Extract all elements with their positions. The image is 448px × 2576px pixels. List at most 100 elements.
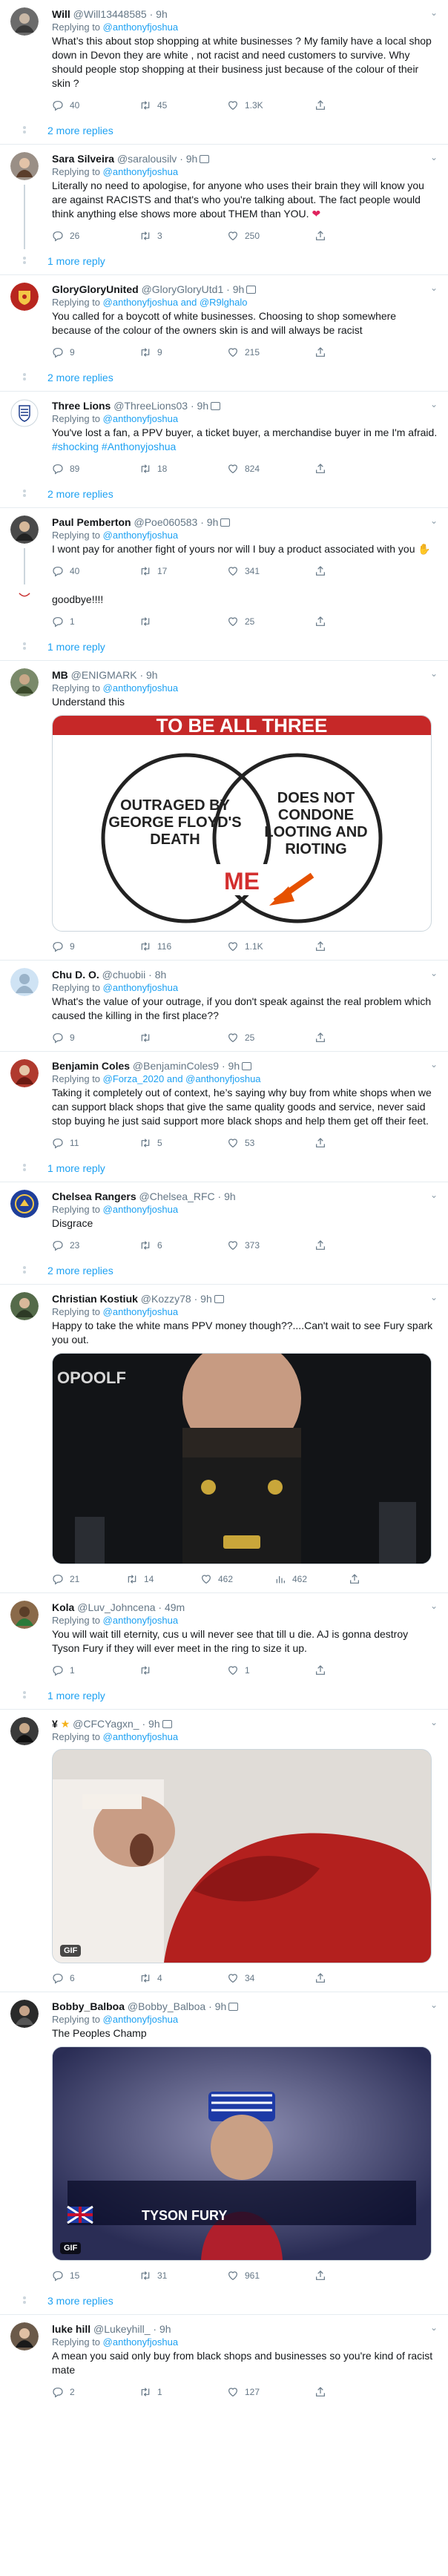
chevron-down-icon[interactable]: ⌄ [430, 1601, 438, 1611]
display-name[interactable]: Three Lions [52, 400, 111, 412]
retweet-button[interactable]: 31 [139, 2270, 227, 2282]
share-button[interactable] [314, 346, 402, 358]
reply-to-link[interactable]: @anthonyfjoshua [103, 22, 178, 33]
share-button[interactable] [314, 2386, 402, 2398]
avatar[interactable] [10, 152, 47, 180]
share-button[interactable] [314, 1239, 402, 1251]
timestamp[interactable]: 9h [156, 8, 168, 20]
retweet-button[interactable]: 4 [139, 1972, 227, 1984]
display-name[interactable]: Kola [52, 1601, 74, 1613]
chevron-down-icon[interactable]: ⌄ [430, 1717, 438, 1727]
like-button[interactable]: 34 [227, 1972, 314, 1984]
reply-to-link[interactable]: @anthonyfjoshua [103, 166, 178, 177]
timestamp[interactable]: 9h [148, 1718, 160, 1730]
avatar[interactable] [10, 2000, 47, 2028]
tweet[interactable]: Christian Kostiuk @Kozzy78 · 9h Replying… [0, 1285, 448, 1592]
like-button[interactable]: 127 [227, 2386, 314, 2398]
share-button[interactable] [314, 230, 402, 242]
tweet[interactable]: Benjamin Coles @BenjaminColes9 · 9h Repl… [0, 1052, 448, 1156]
chevron-down-icon[interactable]: ⌄ [430, 668, 438, 679]
tweet[interactable]: MB @ENIGMARK · 9h Replying to @anthonyfj… [0, 661, 448, 960]
reply-to-link[interactable]: @Forza_2020 and @anthonyfjoshua [103, 1073, 261, 1084]
share-button[interactable] [314, 1137, 402, 1149]
like-button[interactable]: 462 [200, 1573, 274, 1585]
timestamp[interactable]: 9h [197, 400, 209, 412]
reply-button[interactable]: 1 [52, 616, 139, 627]
like-button[interactable]: 824 [227, 463, 314, 475]
like-button[interactable]: 250 [227, 230, 314, 242]
chevron-down-icon[interactable]: ⌄ [430, 2000, 438, 2010]
chevron-down-icon[interactable]: ⌄ [430, 1190, 438, 1200]
share-button[interactable] [314, 616, 402, 627]
more-replies-link[interactable]: 2 more replies [0, 119, 448, 144]
handle[interactable]: @Lukeyhill_ [93, 2323, 150, 2335]
like-button[interactable]: 25 [227, 616, 314, 627]
timestamp[interactable]: 9h [207, 516, 219, 528]
tweet[interactable]: Chelsea Rangers @Chelsea_RFC · 9h Replyi… [0, 1182, 448, 1259]
retweet-button[interactable]: 6 [139, 1239, 227, 1251]
display-name[interactable]: MB [52, 669, 68, 681]
reply-to-link[interactable]: @anthonyfjoshua [103, 2336, 178, 2348]
tweet[interactable]: Paul Pemberton @Poe060583 · 9h Replying … [0, 508, 448, 584]
like-button[interactable]: 1.1K [227, 941, 314, 952]
tweet[interactable]: Bobby_Balboa @Bobby_Balboa · 9h Replying… [0, 1992, 448, 2289]
retweet-button[interactable]: 116 [139, 941, 227, 952]
more-replies-link[interactable]: 2 more replies [0, 366, 448, 391]
more-replies-link[interactable]: 1 more reply [0, 249, 448, 274]
display-name[interactable]: luke hill [52, 2323, 90, 2335]
display-name[interactable]: Bobby_Balboa [52, 2000, 125, 2012]
avatar[interactable] [10, 1717, 47, 1745]
reply-button[interactable]: 9 [52, 941, 139, 952]
tweet-gif[interactable]: TYSON FURY GIF [52, 2046, 432, 2261]
reply-button[interactable]: 9 [52, 346, 139, 358]
timestamp[interactable]: 9h [228, 1060, 240, 1072]
tweet[interactable]: goodbye!!!! 1 25 [0, 584, 448, 635]
handle[interactable]: @Poe060583 [134, 516, 197, 528]
timestamp[interactable]: 49m [165, 1601, 185, 1613]
chevron-down-icon[interactable]: ⌄ [430, 7, 438, 18]
retweet-button[interactable] [139, 1032, 227, 1044]
reply-button[interactable]: 2 [52, 2386, 139, 2398]
timestamp[interactable]: 9h [200, 1293, 212, 1305]
share-button[interactable] [314, 565, 402, 577]
share-button[interactable] [314, 1032, 402, 1044]
timestamp[interactable]: 9h [146, 669, 158, 681]
like-button[interactable]: 53 [227, 1137, 314, 1149]
display-name[interactable]: Paul Pemberton [52, 516, 131, 528]
display-name[interactable]: Chu D. O. [52, 969, 99, 981]
reply-button[interactable]: 15 [52, 2270, 139, 2282]
tweet-gif[interactable]: GIF [52, 1749, 432, 1963]
handle[interactable]: @Chelsea_RFC [139, 1190, 215, 1202]
display-name[interactable]: Benjamin Coles [52, 1060, 130, 1072]
share-button[interactable] [314, 1972, 402, 1984]
hashtag-link[interactable]: #shocking #Anthonyjoshua [52, 441, 176, 452]
handle[interactable]: @ThreeLions03 [113, 400, 188, 412]
chevron-down-icon[interactable]: ⌄ [430, 1292, 438, 1302]
avatar[interactable] [10, 2322, 47, 2351]
retweet-button[interactable]: 3 [139, 230, 227, 242]
retweet-button[interactable]: 5 [139, 1137, 227, 1149]
avatar[interactable] [10, 968, 47, 996]
retweet-button[interactable]: 14 [126, 1573, 200, 1585]
handle[interactable]: @chuobii [102, 969, 146, 981]
more-replies-link[interactable]: 1 more reply [0, 1684, 448, 1709]
reply-button[interactable]: 89 [52, 463, 139, 475]
avatar[interactable] [10, 1601, 47, 1629]
reply-button[interactable]: 1 [52, 1664, 139, 1676]
avatar[interactable] [10, 515, 47, 544]
timestamp[interactable]: 9h [159, 2323, 171, 2335]
tweet[interactable]: Three Lions @ThreeLions03 · 9h Replying … [0, 392, 448, 482]
avatar[interactable] [10, 283, 47, 311]
reply-button[interactable]: 23 [52, 1239, 139, 1251]
handle[interactable]: @ENIGMARK [71, 669, 137, 681]
display-name[interactable]: Chelsea Rangers [52, 1190, 136, 1202]
tweet[interactable]: luke hill @Lukeyhill_ · 9h Replying to @… [0, 2315, 448, 2405]
tweet[interactable]: Chu D. O. @chuobii · 8h Replying to @ant… [0, 961, 448, 1051]
tweet[interactable]: ¥ ★ @CFCYagxn_ · 9h Replying to @anthony… [0, 1710, 448, 1992]
display-name[interactable]: Sara Silveira [52, 153, 114, 165]
reply-button[interactable]: 6 [52, 1972, 139, 1984]
reply-button[interactable]: 9 [52, 1032, 139, 1044]
more-replies-link[interactable]: 2 more replies [0, 1259, 448, 1284]
chevron-down-icon[interactable]: ⌄ [430, 283, 438, 293]
timestamp[interactable]: 9h [224, 1190, 236, 1202]
